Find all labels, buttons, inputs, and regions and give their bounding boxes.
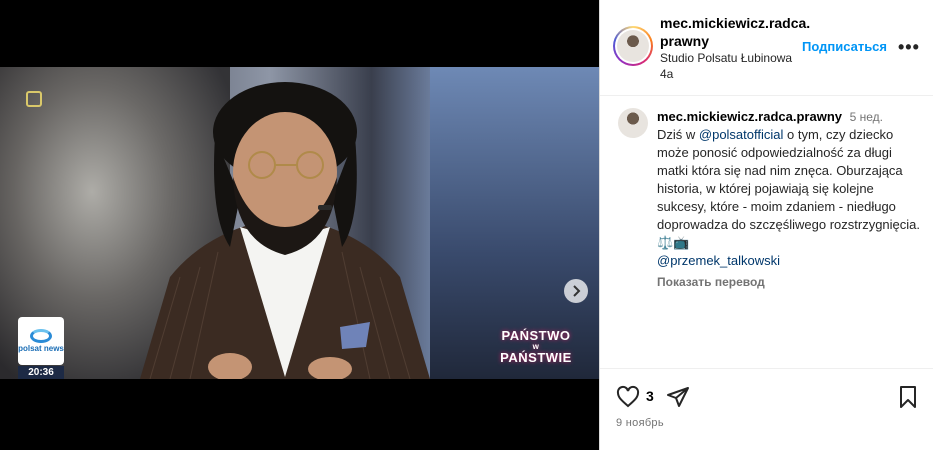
scales-tv-emoji-icon: ⚖️📺 [657, 235, 690, 250]
caption-username[interactable]: mec.mickiewicz.radca.prawny [657, 109, 842, 124]
broadcast-clock: 20:36 [18, 366, 64, 379]
next-slide-button[interactable] [564, 279, 588, 303]
mention-link[interactable]: @przemek_talkowski [657, 253, 780, 268]
presenter-image [140, 82, 430, 379]
post-date[interactable]: 9 ноябрь [616, 417, 664, 429]
caption-prefix: Dziś w [657, 127, 699, 142]
heart-icon[interactable] [616, 385, 640, 409]
post-details-panel: mec.mickiewicz.radca. prawny Studio Pols… [599, 0, 933, 450]
caption-text: Dziś w @polsatofficial o tym, czy dzieck… [657, 126, 922, 270]
avatar[interactable] [613, 26, 653, 66]
post-actions: 3 9 ноябрь [600, 368, 933, 450]
caption-timestamp[interactable]: 5 нед. [850, 110, 883, 124]
caption-body: mec.mickiewicz.radca.prawny 5 нед. Dziś … [657, 108, 922, 291]
post-location[interactable]: Studio Polsatu Łubinowa 4a [660, 50, 800, 82]
polsat-logo-icon [30, 329, 52, 343]
header-username-line2[interactable]: prawny [660, 33, 709, 49]
channel-corner-logo [26, 91, 42, 107]
follow-button[interactable]: Подписаться [802, 39, 887, 54]
caption-avatar[interactable] [618, 108, 648, 138]
bookmark-icon[interactable] [896, 385, 920, 409]
header-username-line1[interactable]: mec.mickiewicz.radca. [660, 15, 810, 31]
show-title-line2: PAŃSTWIE [500, 350, 572, 365]
video-frame[interactable]: polsat news 20:36 PAŃSTWO w PAŃSTWIE [0, 67, 599, 379]
show-title-line1: PAŃSTWO [501, 328, 571, 343]
share-icon[interactable] [666, 385, 690, 409]
location-line2[interactable]: 4a [660, 67, 673, 81]
more-options-icon[interactable]: ••• [898, 37, 920, 58]
location-line1[interactable]: Studio Polsatu Łubinowa [660, 51, 792, 65]
post-media: polsat news 20:36 PAŃSTWO w PAŃSTWIE [0, 0, 599, 450]
profile-photo [617, 30, 649, 62]
polsat-news-logo: polsat news [18, 317, 64, 365]
show-translation-button[interactable]: Показать перевод [657, 273, 922, 291]
post-header: mec.mickiewicz.radca. prawny Studio Pols… [600, 0, 933, 96]
chevron-right-icon [573, 285, 581, 297]
like-count[interactable]: 3 [646, 388, 654, 404]
show-title: PAŃSTWO w PAŃSTWIE [496, 329, 576, 365]
news-logo-text: polsat news [18, 344, 64, 353]
caption-main-text: o tym, czy dziecko może ponosić odpowied… [657, 127, 921, 232]
mention-link[interactable]: @polsatofficial [699, 127, 784, 142]
header-username[interactable]: mec.mickiewicz.radca. prawny [660, 14, 810, 50]
